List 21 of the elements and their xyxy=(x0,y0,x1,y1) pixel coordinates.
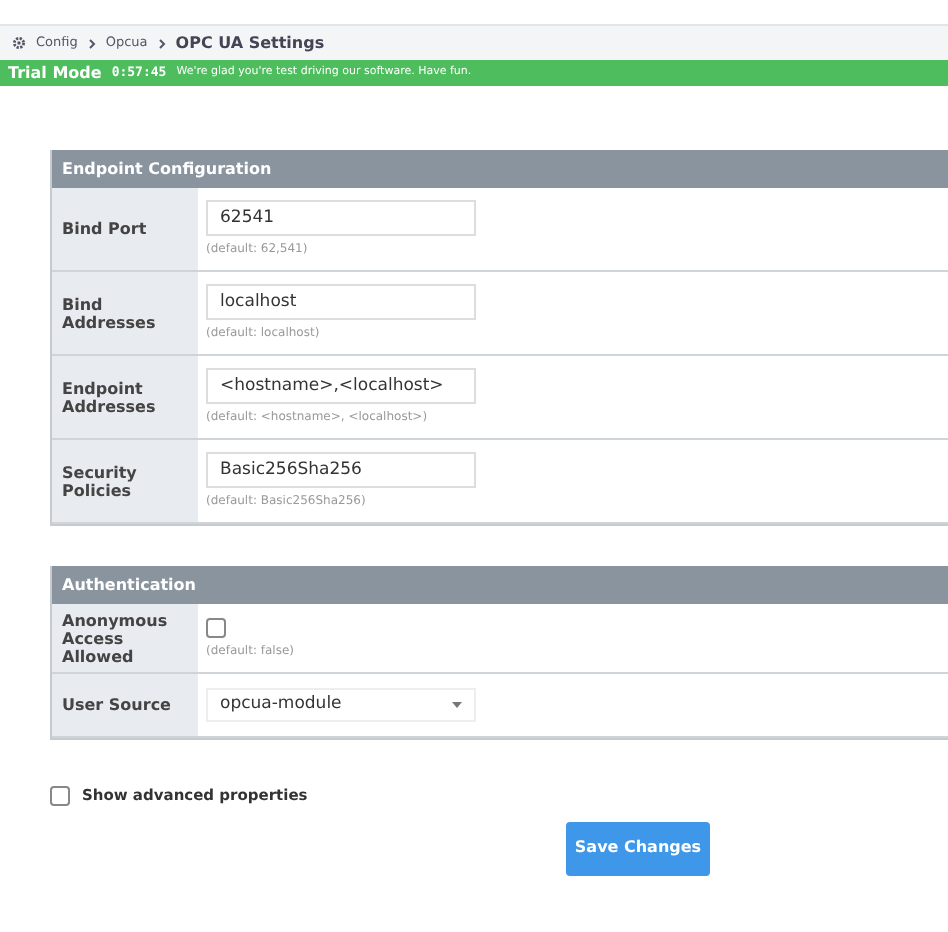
field-label: Bind Port xyxy=(62,220,147,238)
checkbox[interactable] xyxy=(50,785,70,806)
chevron-icon xyxy=(87,37,96,49)
field-label: Bind Addresses xyxy=(62,295,158,331)
select-dropdown[interactable]: opcua-module xyxy=(206,688,476,722)
field-label: Endpoint Addresses xyxy=(62,379,158,415)
input-field[interactable]: localhost xyxy=(206,284,476,320)
field-label: User Source xyxy=(62,696,171,714)
page-title: OPC UA Settings xyxy=(175,31,325,55)
caret-icon xyxy=(452,702,462,708)
trial-title: Trial Mode xyxy=(8,61,102,85)
field-label: Anonymous Access Allowed xyxy=(62,611,170,665)
section-title: Authentication xyxy=(62,573,196,597)
chevron-icon xyxy=(157,37,166,49)
input-field[interactable]: 62541 xyxy=(206,200,476,236)
input-field[interactable]: Basic256Sha256 xyxy=(206,452,476,488)
gear-icon xyxy=(12,36,26,50)
section-title: Endpoint Configuration xyxy=(62,157,272,181)
field-label: Security Policies xyxy=(62,463,139,499)
checkbox[interactable] xyxy=(206,617,226,637)
input-field[interactable]: <hostname>,<localhost> xyxy=(206,368,476,404)
